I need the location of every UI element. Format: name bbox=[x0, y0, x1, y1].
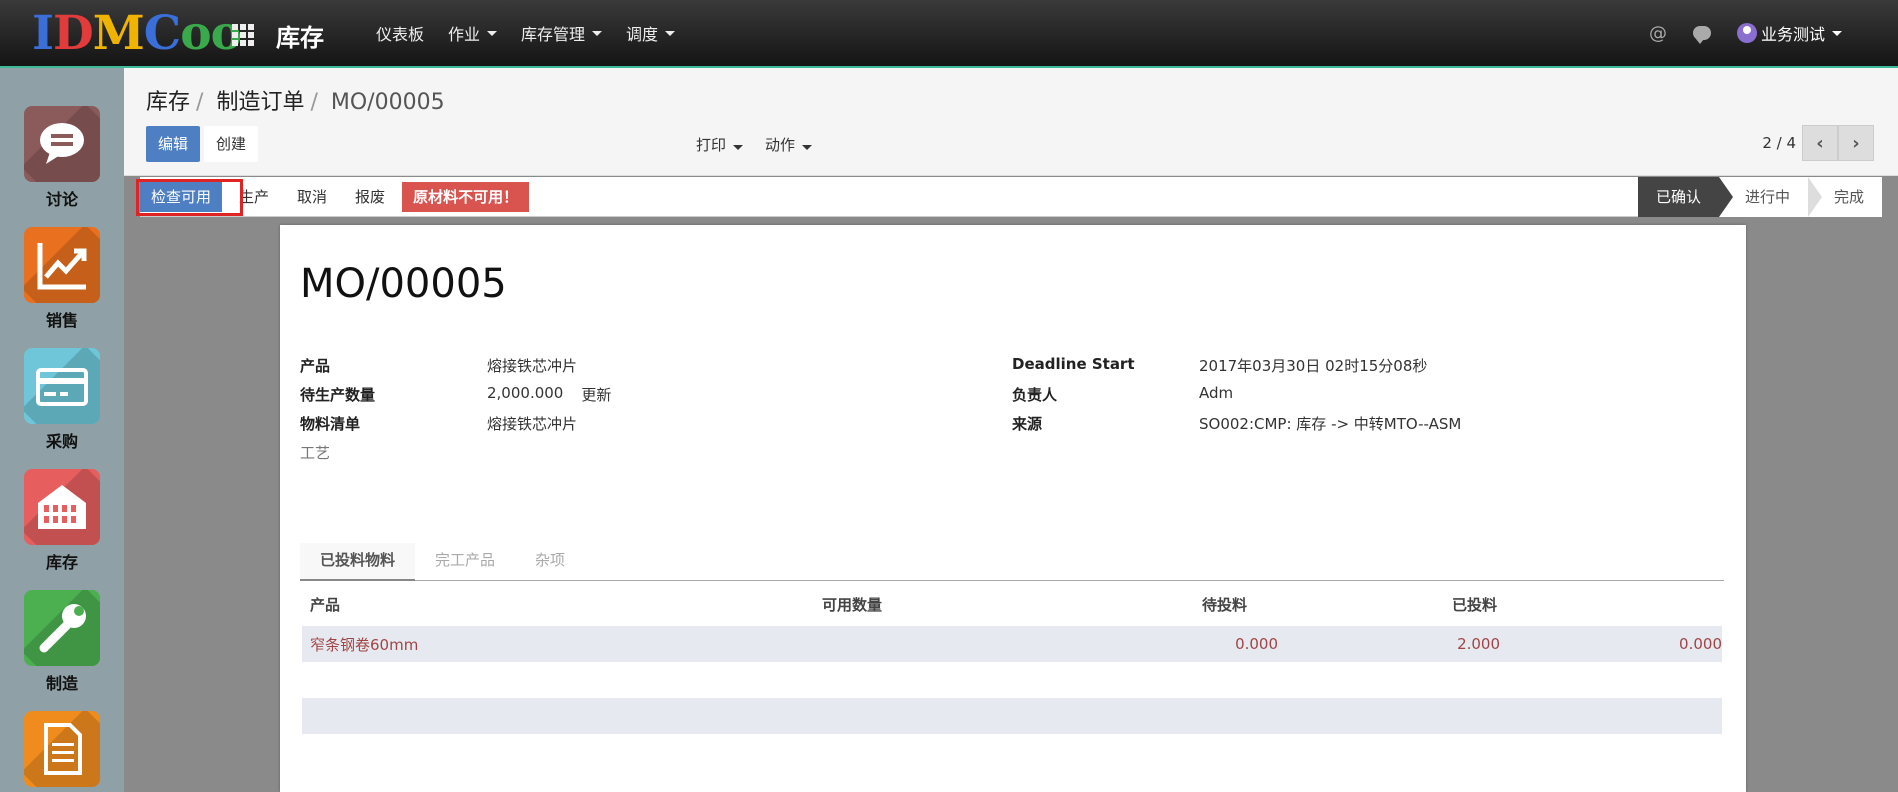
at-mention-icon[interactable]: @ bbox=[1649, 23, 1667, 44]
menu-dashboard[interactable]: 仪表板 bbox=[376, 21, 424, 45]
col-consumed[interactable]: 已投料 bbox=[1452, 594, 1712, 615]
status-bar: 检查可用 生产 取消 报废 原材料不可用！ 已确认 进行中 完成 bbox=[136, 177, 1882, 217]
record-title: MO/00005 bbox=[300, 261, 507, 307]
tab-consumed-materials[interactable]: 已投料物料 bbox=[300, 543, 416, 581]
chat-icon[interactable] bbox=[1692, 26, 1711, 44]
highlight-box bbox=[136, 179, 243, 216]
update-qty-link[interactable]: 更新 bbox=[581, 384, 611, 405]
stage-pipeline: 已确认 进行中 完成 bbox=[1637, 177, 1882, 217]
app-sidebar: 讨论 销售 采购 库存 制造 bbox=[0, 68, 124, 792]
create-button[interactable]: 创建 bbox=[204, 126, 259, 162]
menu-scheduling[interactable]: 调度 bbox=[626, 21, 676, 45]
pager-value[interactable]: 2 / 4 bbox=[1762, 134, 1796, 152]
field-source: 来源 SO002:CMP: 库存 -> 中转MTO--ASM bbox=[1012, 415, 1462, 433]
table-row[interactable]: 窄条钢卷60mm 0.000 2.000 0.000 bbox=[302, 626, 1722, 662]
tab-miscellaneous[interactable]: 杂项 bbox=[515, 543, 585, 581]
chart-line-icon bbox=[24, 227, 100, 303]
chevron-right-icon: › bbox=[1852, 132, 1860, 154]
systray: @ 业务测试 bbox=[1649, 0, 1842, 66]
warehouse-icon bbox=[24, 469, 100, 545]
scrap-button[interactable]: 报废 bbox=[344, 182, 397, 212]
wrench-icon bbox=[24, 590, 100, 666]
table-row-empty bbox=[302, 662, 1722, 698]
main-content: 库存 / 制造订单 / MO/00005 编辑 创建 打印 动作 2 / 4 ‹ ›… bbox=[124, 68, 1898, 792]
breadcrumb: 库存 / 制造订单 / MO/00005 bbox=[146, 90, 445, 115]
field-bom: 物料清单 熔接铁芯冲片 bbox=[300, 413, 578, 434]
field-product: 产品 熔接铁芯冲片 bbox=[300, 355, 578, 376]
chat-bubble-icon bbox=[24, 106, 100, 182]
credit-card-icon bbox=[24, 348, 100, 424]
sidebar-app-purchase[interactable]: 采购 bbox=[24, 348, 100, 452]
user-menu[interactable]: 业务测试 bbox=[1761, 21, 1842, 45]
cancel-button[interactable]: 取消 bbox=[286, 182, 339, 212]
caret-down-icon bbox=[1832, 30, 1842, 36]
tab-finished-products[interactable]: 完工产品 bbox=[415, 543, 515, 581]
pager: 2 / 4 ‹ › bbox=[1762, 125, 1874, 161]
caret-down-icon bbox=[802, 144, 813, 150]
caret-down-icon bbox=[592, 30, 603, 36]
responsible-value[interactable]: Adm bbox=[1199, 384, 1233, 405]
breadcrumb-inventory[interactable]: 库存 bbox=[146, 90, 190, 115]
sidebar-app-documents[interactable] bbox=[24, 711, 100, 787]
form-sheet: MO/00005 产品 熔接铁芯冲片 待生产数量 2,000.000 更新 物料… bbox=[280, 225, 1746, 792]
document-icon bbox=[24, 711, 100, 787]
user-avatar[interactable] bbox=[1736, 23, 1757, 43]
caret-down-icon bbox=[665, 30, 676, 36]
col-available[interactable]: 可用数量 bbox=[822, 594, 1202, 615]
qty-value: 2,000.000 bbox=[487, 384, 564, 402]
sidebar-app-inventory[interactable]: 库存 bbox=[24, 469, 100, 573]
product-value[interactable]: 熔接铁芯冲片 bbox=[487, 355, 577, 376]
edit-button[interactable]: 编辑 bbox=[146, 126, 201, 162]
field-responsible: 负责人 Adm bbox=[1012, 384, 1234, 405]
breadcrumb-current: MO/00005 bbox=[330, 90, 445, 115]
sidebar-app-manufacturing[interactable]: 制造 bbox=[24, 590, 100, 694]
apps-grid-icon[interactable] bbox=[232, 24, 254, 46]
sidebar-app-discuss[interactable]: 讨论 bbox=[24, 106, 100, 210]
source-value: SO002:CMP: 库存 -> 中转MTO--ASM bbox=[1199, 415, 1462, 433]
col-product[interactable]: 产品 bbox=[302, 594, 822, 615]
col-to-consume[interactable]: 待投料 bbox=[1202, 594, 1452, 615]
deadline-value: 2017年03月30日 02时15分08秒 bbox=[1199, 357, 1428, 375]
action-dropdown[interactable]: 动作 bbox=[765, 134, 813, 155]
app-title: 库存 bbox=[276, 24, 324, 52]
sidebar-app-sales[interactable]: 销售 bbox=[24, 227, 100, 331]
control-panel: 库存 / 制造订单 / MO/00005 编辑 创建 打印 动作 2 / 4 ‹ › bbox=[124, 68, 1898, 176]
form-buttons: 编辑 创建 bbox=[146, 126, 259, 162]
main-menu: 仪表板 作业 库存管理 调度 bbox=[376, 0, 699, 66]
pager-next-button[interactable]: › bbox=[1838, 125, 1874, 161]
notebook-tabs: 已投料物料 完工产品 杂项 bbox=[300, 543, 1724, 581]
field-deadline: Deadline Start 2017年03月30日 02时15分08秒 bbox=[1012, 355, 1428, 375]
menu-inventory-control[interactable]: 库存管理 bbox=[521, 21, 603, 45]
field-qty: 待生产数量 2,000.000 更新 bbox=[300, 384, 612, 405]
unavailable-badge: 原材料不可用！ bbox=[402, 182, 530, 212]
table-row-empty bbox=[302, 698, 1722, 734]
breadcrumb-manufacturing-orders[interactable]: 制造订单 bbox=[216, 90, 304, 115]
caret-down-icon bbox=[733, 144, 744, 150]
chevron-left-icon: ‹ bbox=[1816, 132, 1824, 154]
top-navbar: IDMCoo 库存 仪表板 作业 库存管理 调度 @ 业务测试 bbox=[0, 0, 1898, 68]
materials-table: 产品 可用数量 待投料 已投料 窄条钢卷60mm 0.000 2.000 0.0… bbox=[302, 582, 1722, 770]
stage-confirmed[interactable]: 已确认 bbox=[1637, 177, 1733, 217]
caret-down-icon bbox=[487, 30, 498, 36]
sidebar-dropdowns: 打印 动作 bbox=[696, 126, 813, 162]
brand-logo[interactable]: IDMCoo bbox=[32, 6, 242, 62]
menu-operations[interactable]: 作业 bbox=[448, 21, 498, 45]
print-dropdown[interactable]: 打印 bbox=[696, 134, 744, 155]
table-row-empty bbox=[302, 734, 1722, 770]
pager-previous-button[interactable]: ‹ bbox=[1802, 125, 1838, 161]
field-routing: 工艺 bbox=[300, 444, 331, 462]
table-header: 产品 可用数量 待投料 已投料 bbox=[302, 582, 1722, 626]
bom-value[interactable]: 熔接铁芯冲片 bbox=[487, 413, 577, 434]
